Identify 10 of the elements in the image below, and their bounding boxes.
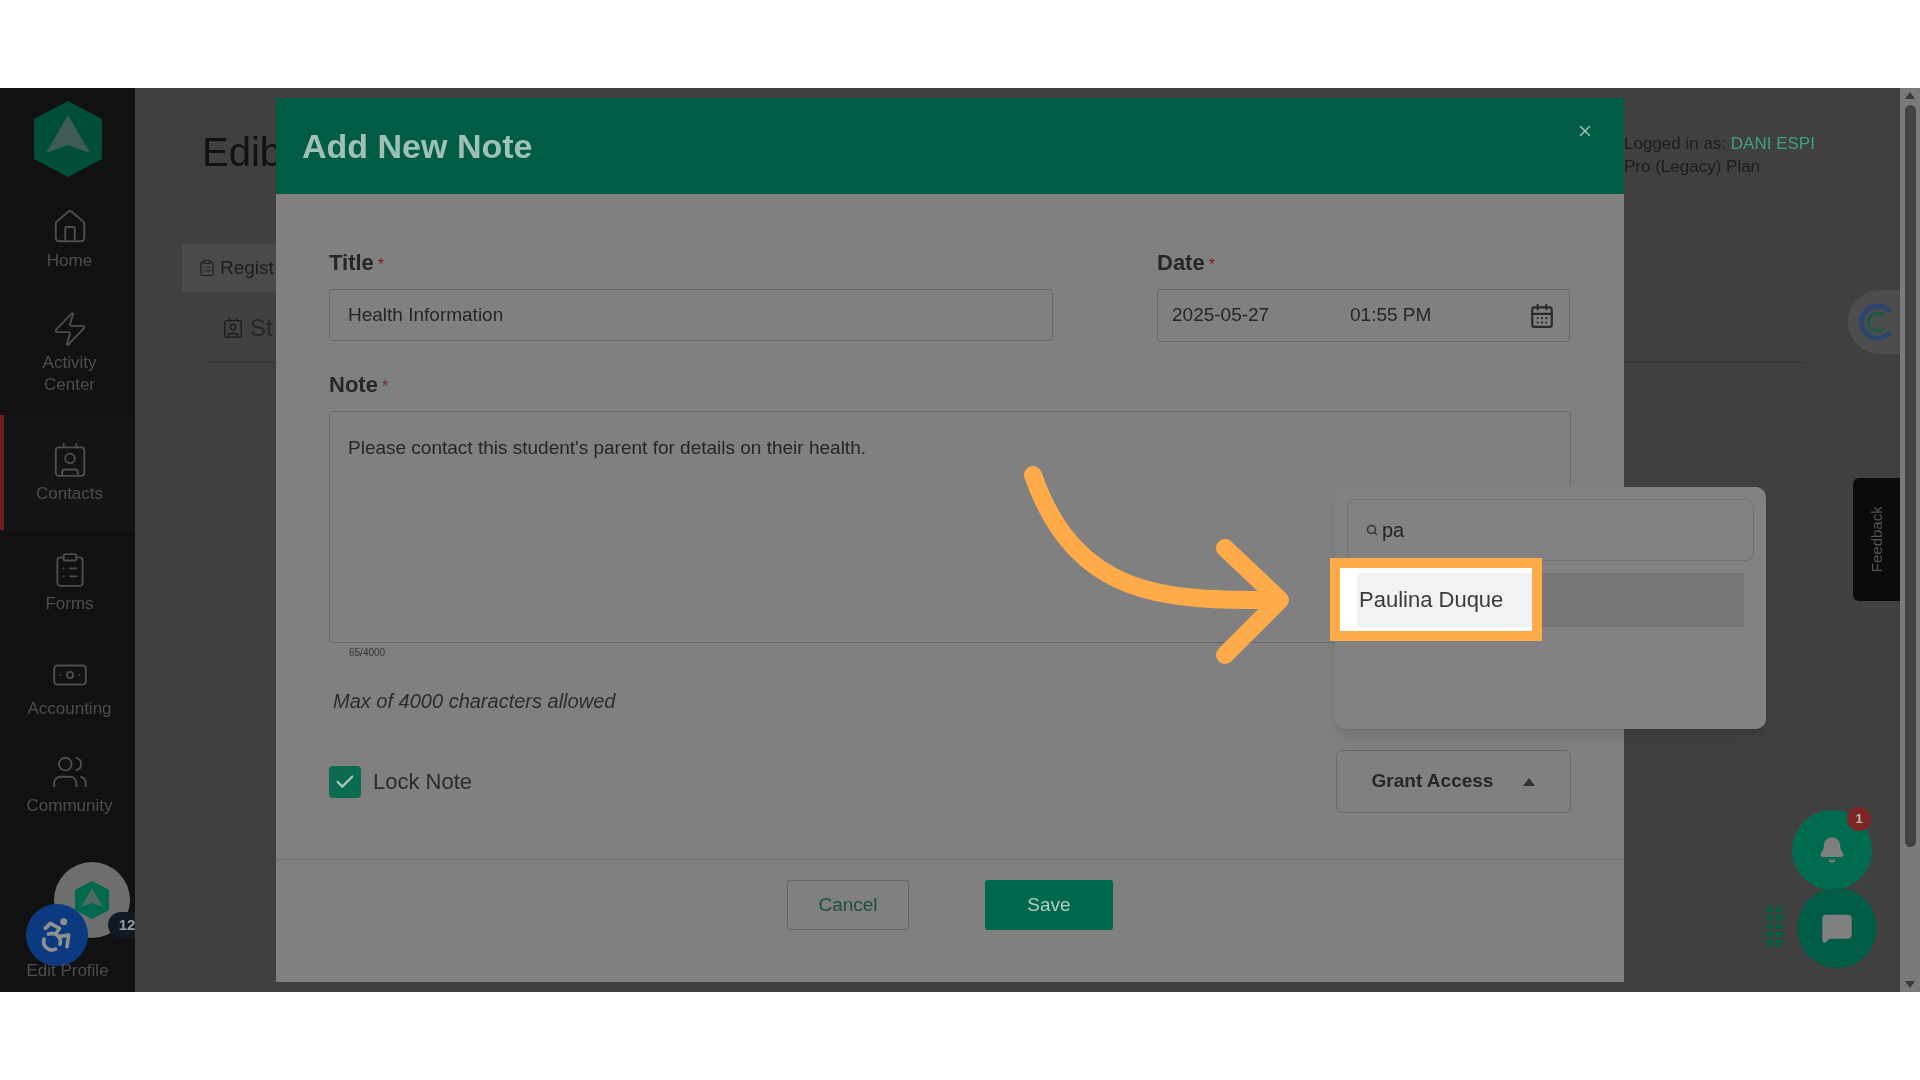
- required-mark: *: [1208, 255, 1215, 275]
- field-label: Note: [329, 371, 378, 399]
- dialog-title: Add New Note: [302, 125, 533, 167]
- field-label: Date: [1157, 249, 1205, 277]
- required-mark: *: [381, 377, 389, 397]
- field-label: Title: [329, 249, 374, 277]
- required-mark: *: [377, 255, 385, 275]
- character-counter: 65/4000: [349, 646, 387, 660]
- notification-badge: 1: [1847, 807, 1871, 831]
- hint-text: Max of 4000 characters allowed: [333, 689, 617, 714]
